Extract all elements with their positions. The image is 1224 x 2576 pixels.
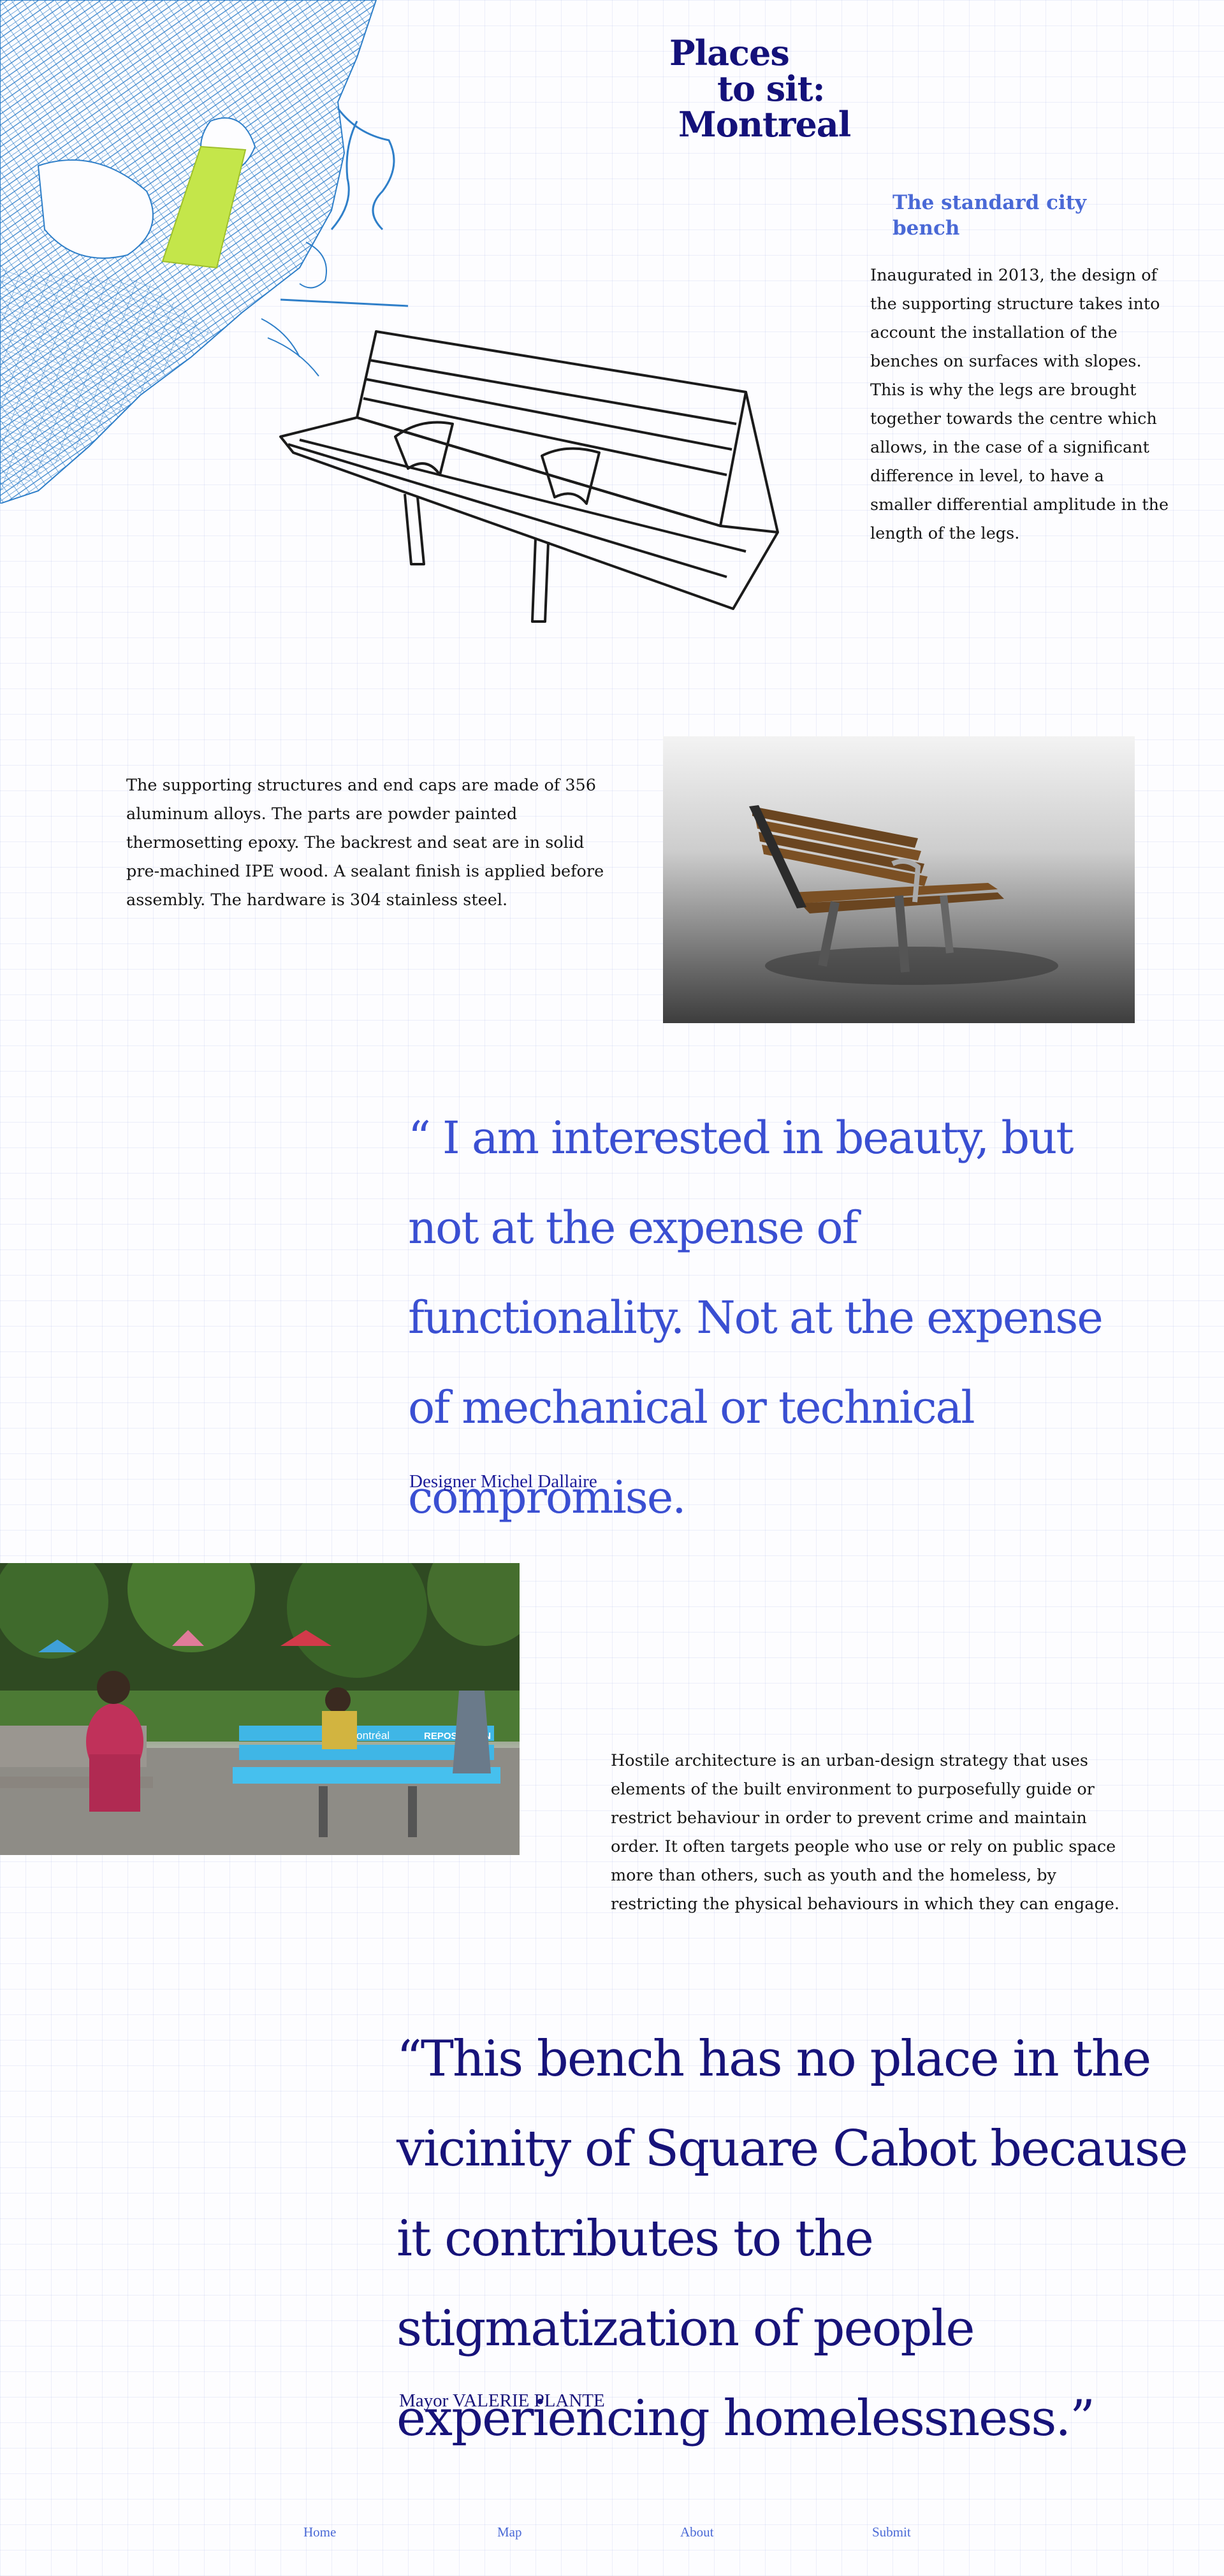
page-title: Places to sit: Montreal: [669, 35, 861, 142]
title-line-1: Places: [669, 33, 790, 73]
hostile-architecture-paragraph: Hostile architecture is an urban-design …: [611, 1751, 1120, 1914]
section-subtitle: The standard city bench: [892, 191, 1087, 240]
hostile-bench-photo: Montréal REPOS 15 MIN: [0, 1563, 520, 1855]
bench-render-image: [663, 736, 1135, 1023]
nav-map-link[interactable]: Map: [497, 2524, 522, 2540]
mayor-quote-author: Mayor VALERIE PLANTE: [399, 2390, 605, 2411]
title-line-3: Montreal: [678, 104, 851, 145]
nav-home-link[interactable]: Home: [303, 2524, 336, 2540]
nav-submit-link[interactable]: Submit: [872, 2524, 911, 2540]
designer-quote-author: Designer Michel Dallaire: [409, 1471, 597, 1492]
intro-paragraph: Inaugurated in 2013, the design of the s…: [870, 266, 1169, 543]
nav-about-link[interactable]: About: [680, 2524, 714, 2540]
title-line-2: to sit:: [717, 68, 826, 109]
bench-line-drawing: [279, 330, 779, 623]
footer-nav: Home Map About Submit: [0, 2524, 1224, 2556]
materials-paragraph: The supporting structures and end caps a…: [126, 776, 604, 910]
